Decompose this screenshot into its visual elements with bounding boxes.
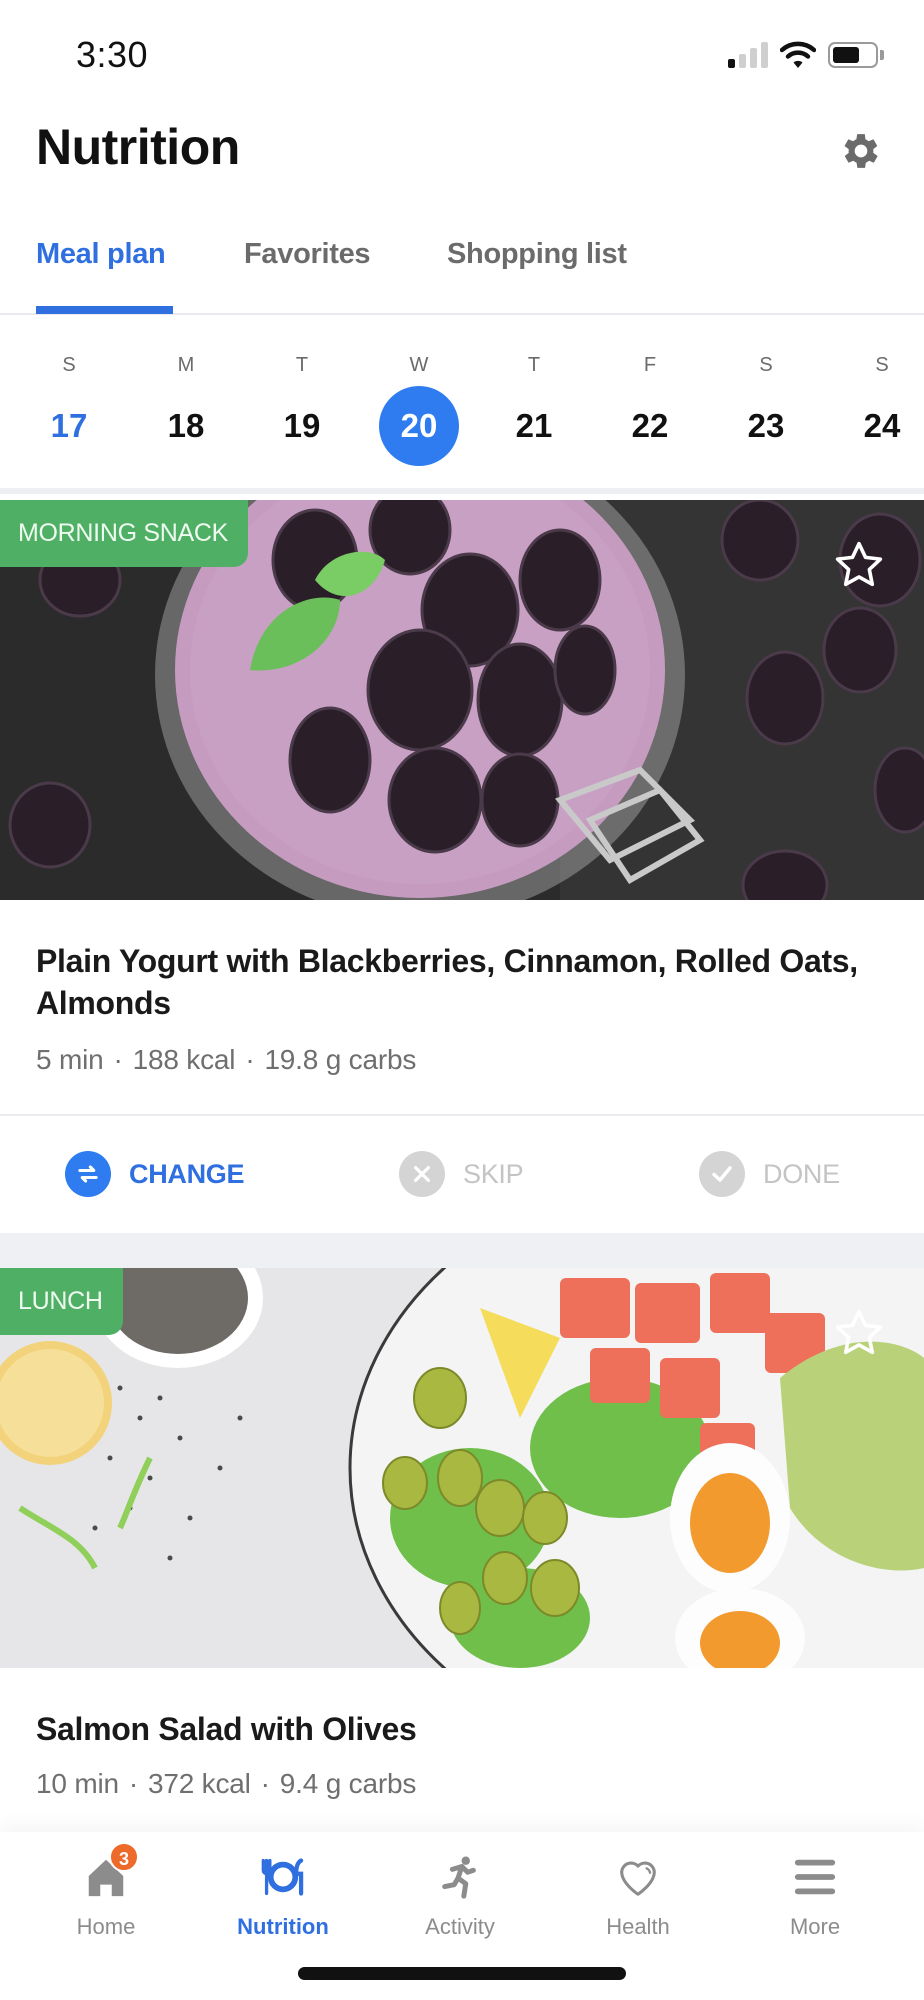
- home-indicator[interactable]: [298, 1967, 626, 1980]
- tab-meal-plan[interactable]: Meal plan: [36, 238, 166, 271]
- day-number: 23: [747, 407, 785, 444]
- plate-cutlery-icon: [261, 1858, 304, 1896]
- notification-badge: 3: [109, 1842, 139, 1872]
- change-label: CHANGE: [129, 1158, 245, 1189]
- prep-time: 10 min: [36, 1768, 119, 1799]
- calendar-day-selected[interactable]: W 20: [374, 316, 464, 494]
- favorite-star-icon[interactable]: [832, 1306, 886, 1360]
- signal-icon: [728, 42, 770, 68]
- day-number: 21: [515, 407, 553, 444]
- page-title: Nutrition: [36, 119, 240, 175]
- menu-icon: [794, 1859, 836, 1895]
- nav-nutrition[interactable]: Nutrition: [213, 1854, 353, 1954]
- nav-label: Health: [606, 1914, 670, 1939]
- nav-label: Home: [76, 1914, 136, 1939]
- calendar-day[interactable]: S 23: [721, 316, 811, 494]
- active-tab-indicator: [36, 306, 173, 314]
- day-number: 24: [863, 407, 901, 444]
- day-number: 17: [50, 407, 88, 444]
- day-of-week: S: [875, 354, 889, 376]
- heart-icon: [620, 1861, 656, 1896]
- day-of-week: T: [295, 354, 309, 376]
- separator: ·: [245, 1044, 255, 1075]
- prep-time: 5 min: [36, 1044, 104, 1075]
- meal-title[interactable]: Salmon Salad with Olives: [36, 1708, 896, 1750]
- running-icon: [442, 1856, 476, 1899]
- status-bar: 3:30: [0, 0, 924, 110]
- battery-tip: [880, 50, 884, 60]
- meal-photo-yogurt[interactable]: MORNING SNACK: [0, 500, 924, 900]
- day-number: 19: [283, 407, 321, 444]
- nav-activity[interactable]: Activity: [390, 1854, 530, 1954]
- carbs: 9.4 g carbs: [279, 1768, 417, 1799]
- day-number: 18: [167, 407, 205, 444]
- nav-label: More: [789, 1914, 841, 1939]
- done-button[interactable]: DONE: [699, 1151, 840, 1197]
- nav-home[interactable]: 3 Home: [36, 1842, 176, 1954]
- meal-meta: 5 min · 188 kcal · 19.8 g carbs: [36, 1044, 416, 1076]
- gear-icon[interactable]: [838, 128, 884, 174]
- skip-label: SKIP: [463, 1158, 524, 1189]
- separator: ·: [260, 1768, 270, 1799]
- day-of-week: M: [177, 354, 195, 376]
- close-circle-icon: [399, 1151, 445, 1197]
- calendar-day[interactable]: S 24: [837, 316, 924, 494]
- tab-bar: Meal plan Favorites Shopping list: [0, 228, 924, 315]
- week-calendar: S 17 M 18 T 19 W 20 T 21 F 22 S 23 S 24: [0, 316, 924, 494]
- calendar-day[interactable]: F 22: [605, 316, 695, 494]
- nav-label: Activity: [425, 1914, 495, 1939]
- check-circle-icon: [699, 1151, 745, 1197]
- carbs: 19.8 g carbs: [264, 1044, 417, 1075]
- meal-actions: CHANGE SKIP DONE: [0, 1116, 924, 1233]
- nav-more[interactable]: More: [745, 1854, 885, 1954]
- meal-meta: 10 min · 372 kcal · 9.4 g carbs: [36, 1768, 416, 1800]
- wifi-icon: [780, 41, 816, 68]
- tab-favorites[interactable]: Favorites: [244, 238, 371, 271]
- tab-shopping-list[interactable]: Shopping list: [447, 238, 627, 271]
- calendar-day[interactable]: M 18: [141, 316, 231, 494]
- status-time: 3:30: [76, 34, 149, 75]
- change-button[interactable]: CHANGE: [65, 1151, 245, 1197]
- day-of-week: W: [409, 354, 429, 376]
- separator: ·: [113, 1044, 123, 1075]
- day-number: 20: [379, 386, 459, 466]
- day-of-week: T: [527, 354, 541, 376]
- day-of-week: F: [643, 354, 657, 376]
- battery-icon: [828, 42, 878, 68]
- nav-label: Nutrition: [237, 1914, 329, 1939]
- done-label: DONE: [763, 1158, 840, 1189]
- salmon-salad-illustration: [0, 1268, 924, 1668]
- calendar-day[interactable]: T 19: [257, 316, 347, 494]
- favorite-star-icon[interactable]: [832, 538, 886, 592]
- meal-type-badge: LUNCH: [0, 1268, 123, 1335]
- meal-photo-salmon-salad[interactable]: LUNCH: [0, 1268, 924, 1668]
- card-gap: [0, 1233, 924, 1268]
- day-of-week: S: [759, 354, 773, 376]
- battery-level: [833, 47, 859, 63]
- calories: 372 kcal: [147, 1768, 251, 1799]
- skip-button[interactable]: SKIP: [399, 1151, 524, 1197]
- nav-health[interactable]: Health: [568, 1854, 708, 1954]
- calories: 188 kcal: [132, 1044, 236, 1075]
- day-number: 22: [631, 407, 669, 444]
- calendar-day[interactable]: T 21: [489, 316, 579, 494]
- meal-title[interactable]: Plain Yogurt with Blackberries, Cinnamon…: [36, 940, 896, 1024]
- separator: ·: [128, 1768, 138, 1799]
- calendar-day[interactable]: S 17: [24, 316, 114, 494]
- meal-type-badge: MORNING SNACK: [0, 500, 249, 567]
- day-of-week: S: [62, 354, 76, 376]
- swap-arrows-icon: [65, 1151, 111, 1197]
